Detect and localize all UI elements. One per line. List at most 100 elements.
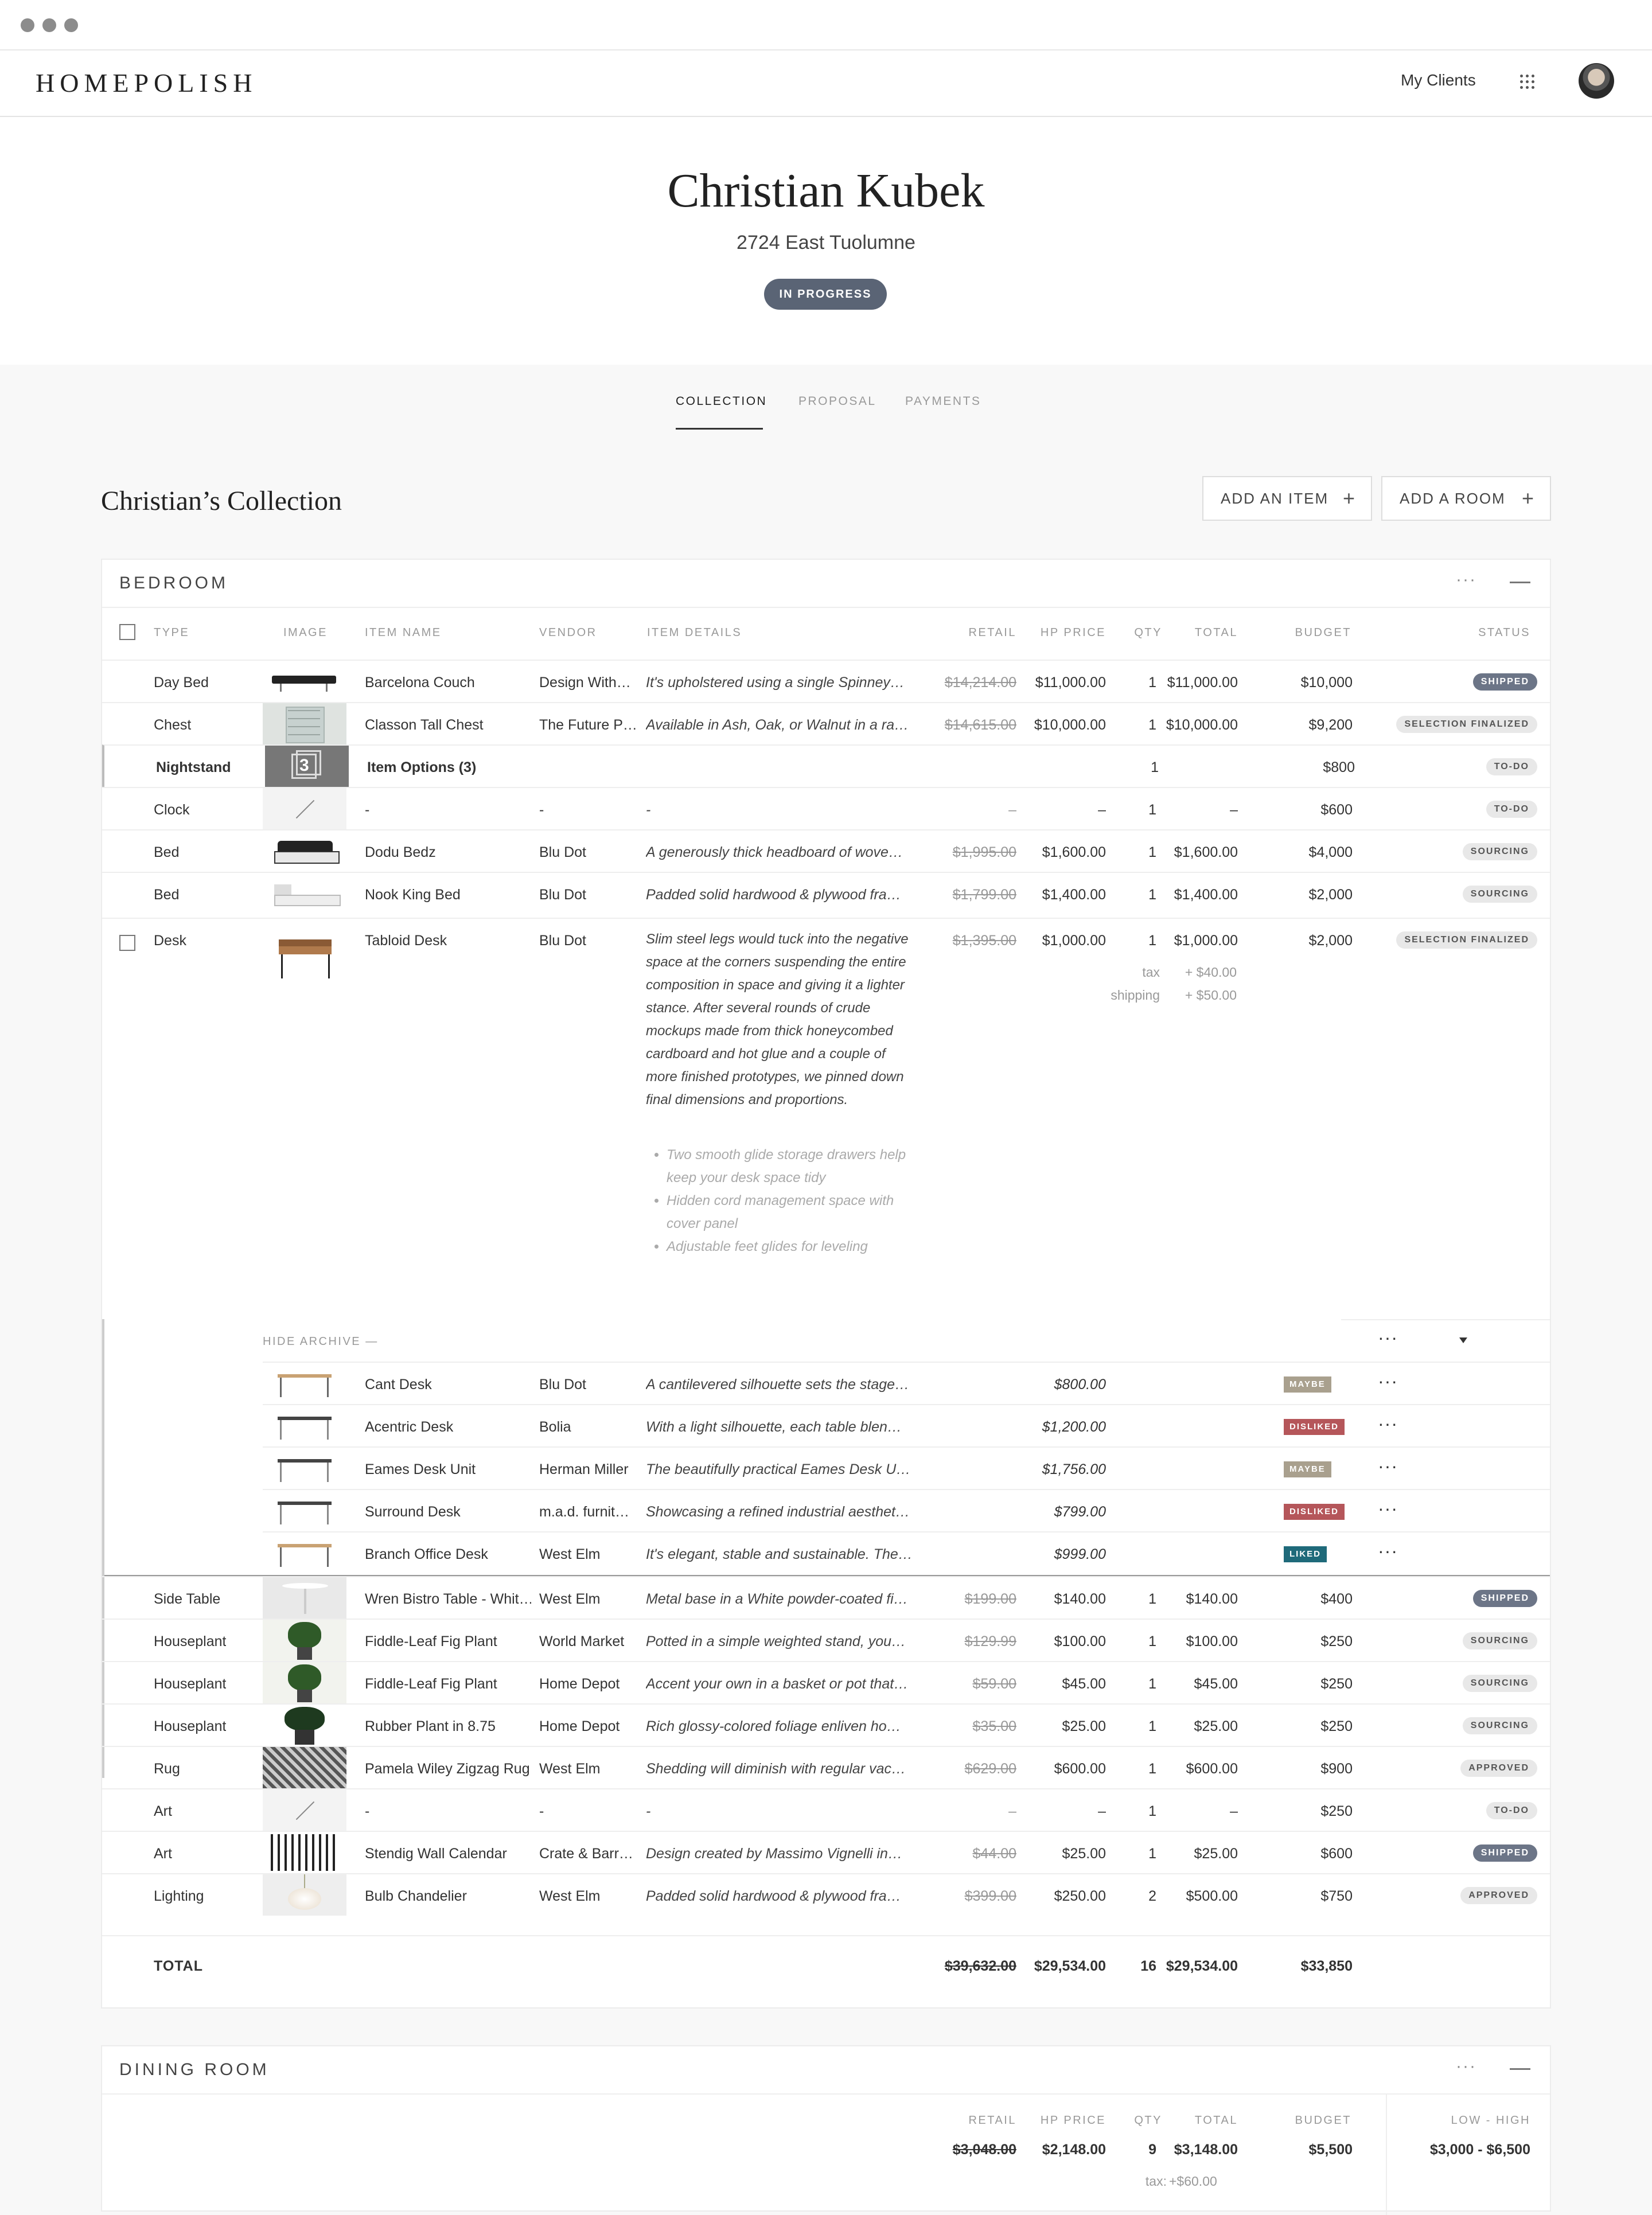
table-row-expanded[interactable]: Desk Tabloid Desk Blu Dot Slim steel leg… — [102, 918, 1550, 1319]
cell-item-name[interactable]: Bulb Chandelier — [365, 1888, 531, 1905]
cell-qty[interactable]: 1 — [1116, 1718, 1156, 1735]
cell-item-name[interactable]: Eames Desk Unit — [365, 1461, 531, 1478]
col-type[interactable]: TYPE — [154, 626, 189, 639]
cell-item-name[interactable]: - — [365, 1803, 531, 1820]
archive-row[interactable]: Surround Desk m.a.d. furnit… Showcasing a … — [263, 1489, 1550, 1531]
item-thumbnail[interactable] — [263, 1490, 346, 1531]
cell-item-name[interactable]: Surround Desk — [365, 1504, 531, 1520]
status-badge[interactable]: SELECTION FINALIZED — [1396, 716, 1537, 733]
col-retail[interactable]: RETAIL — [948, 626, 1016, 639]
cell-budget[interactable]: $2,000 — [1272, 933, 1353, 949]
cell-item-name[interactable]: Wren Bistro Table - Whit… — [365, 1591, 531, 1608]
cell-item-name[interactable]: Fiddle-Leaf Fig Plant — [365, 1633, 531, 1650]
item-thumbnail[interactable] — [263, 1532, 346, 1574]
cell-budget[interactable]: $900 — [1272, 1761, 1353, 1777]
logo[interactable]: HOMEPOLISH — [36, 68, 257, 98]
cell-qty[interactable]: 1 — [1116, 933, 1156, 949]
item-thumbnail[interactable] — [263, 1363, 346, 1404]
room-more-icon[interactable]: ··· — [1456, 2057, 1476, 2076]
item-thumbnail[interactable] — [263, 788, 346, 829]
cell-budget[interactable]: $250 — [1272, 1803, 1353, 1820]
cell-qty[interactable]: 1 — [1116, 802, 1156, 818]
item-thumbnail[interactable] — [263, 1747, 346, 1788]
cell-item-name[interactable]: Classon Tall Chest — [365, 717, 531, 734]
item-thumbnail[interactable] — [263, 1832, 346, 1873]
cell-item-name[interactable]: Fiddle-Leaf Fig Plant — [365, 1676, 531, 1693]
tab-collection[interactable]: COLLECTION — [676, 395, 767, 408]
item-thumbnail[interactable] — [263, 1448, 346, 1489]
cell-budget[interactable]: $250 — [1272, 1676, 1353, 1693]
add-item-button[interactable]: ADD AN ITEM + — [1202, 476, 1372, 521]
table-row[interactable]: Day Bed Barcelona Couch Design With… It's u… — [102, 660, 1550, 702]
table-row[interactable]: Side Table Wren Bistro Table - Whit… West … — [102, 1576, 1550, 1619]
cell-budget[interactable]: $10,000 — [1272, 674, 1353, 691]
status-badge[interactable]: SHIPPED — [1472, 1844, 1537, 1862]
add-room-button[interactable]: ADD A ROOM + — [1381, 476, 1551, 521]
archive-row[interactable]: Acentric Desk Bolia With a light silhouett… — [263, 1404, 1550, 1446]
item-thumbnail[interactable] — [263, 1662, 346, 1703]
cell-item-name[interactable]: Stendig Wall Calendar — [365, 1846, 531, 1862]
table-row[interactable]: Lighting Bulb Chandelier West Elm Padded so… — [102, 1873, 1550, 1916]
cell-qty[interactable]: 1 — [1116, 887, 1156, 903]
status-badge[interactable]: TO-DO — [1486, 1802, 1537, 1819]
row-more-icon[interactable]: ··· — [1378, 1541, 1398, 1562]
preference-badge[interactable]: DISLIKED — [1284, 1504, 1345, 1520]
row-more-icon[interactable]: ··· — [1378, 1456, 1398, 1477]
archive-row[interactable]: Cant Desk Blu Dot A cantilevered silhouett… — [263, 1362, 1550, 1404]
status-badge[interactable]: TO-DO — [1486, 801, 1537, 818]
col-qty[interactable]: QTY — [1116, 626, 1162, 639]
cell-qty[interactable]: 1 — [1116, 1591, 1156, 1608]
item-thumbnail[interactable] — [263, 661, 346, 702]
cell-item-name[interactable]: Tabloid Desk — [365, 933, 447, 949]
cell-qty[interactable]: 2 — [1116, 1888, 1156, 1905]
item-thumbnail[interactable] — [263, 1874, 346, 1916]
status-badge[interactable]: SOURCING — [1462, 1632, 1537, 1649]
status-badge[interactable]: APPROVED — [1460, 1760, 1537, 1777]
cell-item-name[interactable]: Item Options (3) — [367, 759, 533, 776]
cell-budget[interactable]: $600 — [1272, 1846, 1353, 1862]
cell-item-name[interactable]: Dodu Bedz — [365, 844, 531, 861]
row-more-icon[interactable]: ··· — [1378, 1498, 1398, 1519]
cell-item-name[interactable]: Nook King Bed — [365, 887, 531, 903]
cell-qty[interactable]: 1 — [1116, 844, 1156, 861]
tab-proposal[interactable]: PROPOSAL — [798, 395, 876, 408]
table-row[interactable]: Bed Nook King Bed Blu Dot Padded solid hard… — [102, 872, 1550, 914]
window-maximize-dot[interactable] — [64, 18, 78, 32]
archive-row[interactable]: Eames Desk Unit Herman Miller The beautifu… — [263, 1446, 1550, 1489]
cell-item-name[interactable]: Branch Office Desk — [365, 1546, 531, 1563]
cell-budget[interactable]: $2,000 — [1272, 887, 1353, 903]
table-row[interactable]: Art - - - – –1– $250 TO-DO — [102, 1788, 1550, 1831]
cell-qty[interactable]: 1 — [1116, 1761, 1156, 1777]
cell-qty[interactable]: 1 — [1116, 717, 1156, 734]
table-row[interactable]: Houseplant Fiddle-Leaf Fig Plant World Mar… — [102, 1619, 1550, 1661]
status-badge[interactable]: SHIPPED — [1472, 673, 1537, 691]
preference-badge[interactable]: LIKED — [1284, 1546, 1327, 1562]
cell-budget[interactable]: $4,000 — [1272, 844, 1353, 861]
item-thumbnail[interactable] — [263, 1705, 346, 1746]
cell-qty[interactable]: 1 — [1116, 674, 1156, 691]
collapse-icon[interactable] — [1510, 2068, 1530, 2070]
item-thumbnail[interactable] — [263, 1789, 346, 1831]
row-more-icon[interactable]: ··· — [1378, 1371, 1398, 1392]
collapse-icon[interactable] — [1510, 582, 1530, 583]
select-all-checkbox[interactable] — [119, 624, 135, 640]
cell-qty[interactable]: 1 — [1116, 1676, 1156, 1693]
status-badge[interactable]: SHIPPED — [1472, 1590, 1537, 1607]
cell-item-name[interactable]: Cant Desk — [365, 1376, 531, 1393]
cell-budget[interactable]: $250 — [1272, 1633, 1353, 1650]
cell-budget[interactable]: $250 — [1272, 1718, 1353, 1735]
table-row[interactable]: Chest Classon Tall Chest The Future P… Avai… — [102, 702, 1550, 744]
row-checkbox[interactable] — [119, 935, 135, 951]
cell-qty[interactable]: 1 — [1116, 1846, 1156, 1862]
cell-qty[interactable]: 1 — [1119, 759, 1159, 776]
col-hp-price[interactable]: HP PRICE — [1026, 626, 1106, 639]
cell-budget[interactable]: $600 — [1272, 802, 1353, 818]
archive-row[interactable]: Branch Office Desk West Elm It's elegant, … — [263, 1531, 1550, 1574]
window-minimize-dot[interactable] — [42, 18, 56, 32]
preference-badge[interactable]: DISLIKED — [1284, 1419, 1345, 1435]
col-budget[interactable]: BUDGET — [1283, 626, 1351, 639]
cell-budget[interactable]: $9,200 — [1272, 717, 1353, 734]
status-badge[interactable]: SOURCING — [1462, 1675, 1537, 1692]
cell-budget[interactable]: $400 — [1272, 1591, 1353, 1608]
status-badge[interactable]: SOURCING — [1462, 886, 1537, 903]
